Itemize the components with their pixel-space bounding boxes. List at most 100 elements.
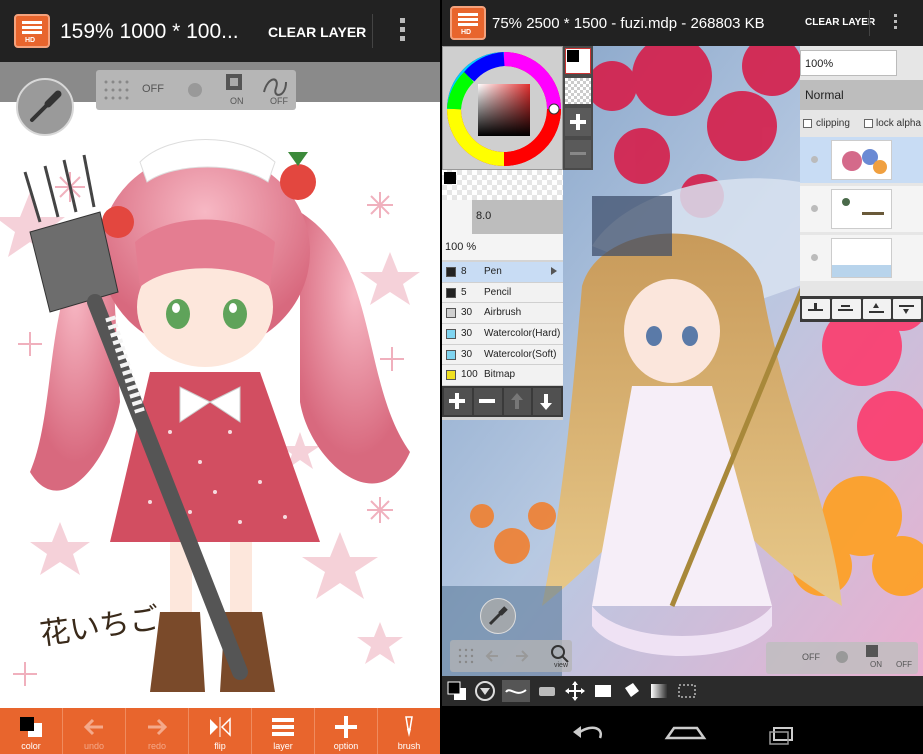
selection-tool[interactable]: [676, 680, 698, 702]
undo-arrow-icon: [83, 718, 103, 736]
android-nav-icons: [573, 726, 793, 745]
layer-item[interactable]: [800, 137, 923, 183]
remove-brush-button[interactable]: [473, 388, 502, 415]
option-button-label: option: [333, 741, 359, 751]
brush-item-watercolor-hard[interactable]: 30 Watercolor(Hard): [442, 324, 563, 345]
brush-button[interactable]: brush: [378, 708, 440, 754]
flip-button[interactable]: flip: [189, 708, 252, 754]
arrow-up-icon: [510, 393, 523, 409]
stabilizer-toggle[interactable]: OFF: [256, 70, 296, 110]
layer-thumbnail: [831, 140, 892, 180]
app-logo-icon[interactable]: HD: [14, 14, 50, 48]
minus-icon: [478, 399, 495, 403]
circle-toggle[interactable]: [176, 70, 216, 110]
brush-size-slider[interactable]: 8.0: [442, 200, 563, 234]
circle-icon[interactable]: [836, 651, 848, 663]
layer-opacity-value: 100%: [805, 58, 834, 70]
redo-button[interactable]: redo: [126, 708, 189, 754]
layer-list: [800, 137, 923, 295]
add-layer-button[interactable]: [802, 299, 831, 319]
layer-icon: [272, 718, 294, 736]
pen-tool[interactable]: [502, 680, 530, 702]
flip-button-label: flip: [214, 741, 226, 751]
move-layer-down-button[interactable]: [892, 299, 921, 319]
move-layer-up-button[interactable]: [862, 299, 891, 319]
layer-visibility-icon[interactable]: [811, 205, 818, 212]
remove-swatch-button[interactable]: [565, 140, 591, 168]
tone-toggle-label[interactable]: ON: [870, 660, 882, 669]
right-clear-layer-button[interactable]: CLEAR LAYER: [805, 17, 875, 28]
blend-mode-value: Normal: [805, 88, 844, 102]
layer-options-row: clipping lock alpha: [800, 113, 923, 135]
redo-arrow-icon: [148, 718, 168, 736]
brush-size-text: 30: [461, 348, 473, 360]
eraser-icon: [539, 687, 555, 696]
app-logo-icon[interactable]: HD: [450, 6, 486, 40]
eyedropper-button[interactable]: [16, 78, 74, 136]
snap-toggle[interactable]: OFF: [136, 70, 176, 110]
left-app-screen: HD 159% 1000 * 100... CLEAR LAYER 花いちご O…: [0, 0, 440, 754]
brush-color-swatch: [446, 349, 456, 360]
delete-layer-icon: [838, 305, 854, 311]
layer-button[interactable]: layer: [252, 708, 315, 754]
plus-icon: [449, 393, 465, 409]
left-overflow-menu-icon[interactable]: [400, 18, 408, 44]
rectangle-tool[interactable]: [592, 680, 614, 702]
blend-mode-select[interactable]: Normal: [800, 80, 923, 110]
brush-size-text: 5: [461, 286, 467, 298]
lock-alpha-checkbox[interactable]: [864, 119, 873, 128]
snap-toggle-label[interactable]: OFF: [802, 652, 820, 662]
brush-item-airbrush[interactable]: 30 Airbrush: [442, 303, 563, 325]
brush-item-watercolor-soft[interactable]: 30 Watercolor(Soft): [442, 344, 563, 366]
move-tool[interactable]: [564, 680, 586, 702]
eraser-tool[interactable]: [536, 680, 558, 702]
stroke-icon: [505, 689, 527, 694]
eyedropper-button[interactable]: [480, 598, 516, 634]
layer-visibility-icon[interactable]: [811, 156, 818, 163]
eyedropper-icon: [30, 90, 62, 122]
undo-button[interactable]: undo: [63, 708, 126, 754]
layer-item[interactable]: [800, 235, 923, 281]
move-brush-up-button[interactable]: [503, 388, 532, 415]
layer-thumbnail: [831, 238, 892, 278]
layer-item[interactable]: [800, 186, 923, 232]
color-button[interactable]: color: [0, 708, 63, 754]
move-brush-down-button[interactable]: [533, 388, 561, 415]
brush-opacity-slider[interactable]: 100 %: [442, 234, 563, 260]
layer-visibility-icon[interactable]: [811, 254, 818, 261]
bucket-tool[interactable]: [620, 680, 642, 702]
clipping-checkbox[interactable]: [803, 119, 812, 128]
delete-layer-button[interactable]: [832, 299, 861, 319]
brush-name-text: Bitmap: [484, 369, 516, 381]
brush-item-bitmap[interactable]: 100 Bitmap: [442, 365, 563, 387]
add-swatch-button[interactable]: [565, 108, 591, 136]
transparent-swatch-row[interactable]: [442, 170, 563, 200]
recent-apps-icon: [769, 727, 793, 745]
stabilizer-toggle-label[interactable]: OFF: [896, 660, 912, 669]
transparent-color-button[interactable]: [565, 78, 591, 104]
view-label[interactable]: view: [554, 662, 568, 669]
fill-mode-tool[interactable]: [474, 680, 496, 702]
right-overflow-menu-icon[interactable]: [894, 14, 897, 32]
arrow-up-icon: [868, 303, 884, 313]
brush-item-pencil[interactable]: 5 Pencil: [442, 282, 563, 304]
brush-name-text: Pen: [484, 266, 502, 277]
option-button[interactable]: option: [315, 708, 378, 754]
arrow-down-icon: [898, 305, 914, 314]
color-swatch-tool[interactable]: [446, 680, 468, 702]
back-icon: [573, 726, 603, 739]
brush-item-pen[interactable]: 8 Pen: [442, 262, 563, 283]
gradient-tool[interactable]: [648, 680, 670, 702]
current-color-swatch[interactable]: [444, 172, 456, 184]
chevron-right-icon[interactable]: [551, 267, 557, 275]
snap-toggle-label: OFF: [142, 83, 164, 95]
left-clear-layer-button[interactable]: CLEAR LAYER: [268, 24, 366, 40]
tone-toggle[interactable]: ON: [216, 70, 256, 110]
layer-opacity-slider[interactable]: 100%: [800, 50, 897, 76]
brush-color-swatch: [446, 287, 456, 298]
grid-toggle[interactable]: [96, 70, 136, 110]
clipping-label: clipping: [816, 118, 850, 129]
fg-bg-swatch[interactable]: [565, 48, 591, 74]
color-wheel[interactable]: [443, 47, 564, 171]
add-brush-button[interactable]: [444, 388, 472, 415]
